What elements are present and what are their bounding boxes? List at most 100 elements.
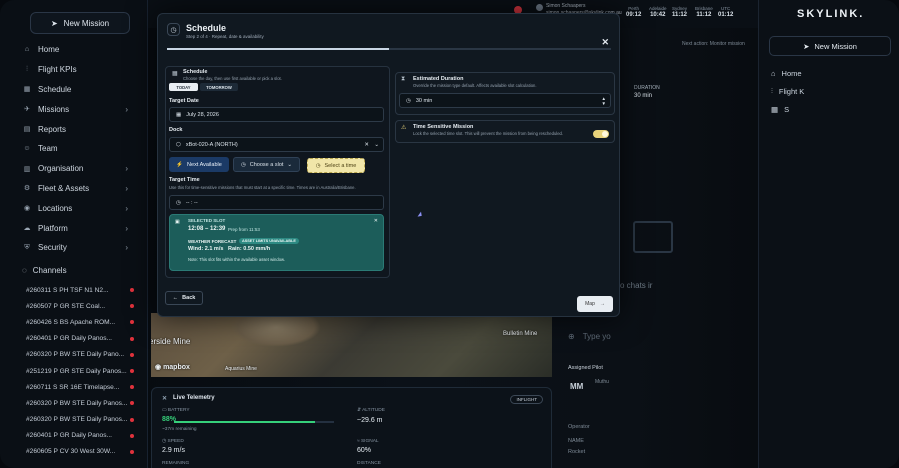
unread-dot-icon	[130, 385, 134, 390]
calendar-icon: ▦	[176, 111, 182, 118]
time-sensitive-toggle[interactable]	[593, 130, 609, 138]
dock-select[interactable]: ⬡ xBot-020-A (NORTH) ✕ ⌄	[169, 137, 384, 152]
slot-prep: Prep from 11:53	[228, 227, 260, 232]
weather-label: WEATHER FORECAST	[188, 239, 237, 244]
clock-sydney: Sydney 11:12	[672, 5, 687, 19]
clock-time: 10:42	[650, 12, 666, 18]
rain-value: Rain: 0.50 mm/h	[228, 246, 271, 252]
target-time-field[interactable]: ◷ -- : --	[169, 195, 384, 210]
avatar	[536, 4, 543, 11]
mission-map[interactable]: erside Mine Bulletin Mine Aquarius Mine …	[151, 313, 552, 377]
app-window: { "sidebar": { "new_mission": "New Missi…	[0, 0, 899, 468]
back-button[interactable]: ← Back	[165, 291, 203, 305]
fleet-icon: ⚙	[23, 185, 31, 193]
right-new-mission-button[interactable]: ➤ New Mission	[769, 36, 891, 56]
sidebar-item-reports[interactable]: ▤ Reports	[22, 119, 142, 139]
location-icon: ◉	[23, 205, 31, 213]
battery-remaining: ~37m remaining	[162, 427, 197, 432]
signal-value: 60%	[357, 447, 372, 454]
target-date-value: July 28, 2026	[186, 111, 219, 118]
name-label: NAME	[568, 438, 584, 444]
channel-item[interactable]: #260320 P BW STE Daily Panos...	[26, 412, 138, 428]
unread-dot-icon	[130, 352, 134, 357]
right-nav-item[interactable]: ▦ S	[771, 100, 804, 118]
duration-input[interactable]: ◷ 30 min ▲ ▼	[399, 93, 611, 108]
sidebar-item-locations[interactable]: ◉ Locations ›	[22, 198, 142, 218]
close-icon[interactable]: ✕	[601, 37, 609, 48]
channel-item[interactable]: #260507 P GR STE Coal...	[26, 298, 138, 314]
stepper-icon[interactable]: ▲ ▼	[602, 96, 606, 106]
sidebar-item-platform[interactable]: ☁ Platform ›	[22, 218, 142, 238]
remaining-label: REMAINING	[162, 461, 190, 466]
target-date-field[interactable]: ▦ July 28, 2026	[169, 107, 384, 122]
new-mission-button[interactable]: ➤ New Mission	[30, 12, 130, 34]
today-tab[interactable]: TODAY	[169, 83, 198, 91]
channel-item[interactable]: #251219 P GR STE Daily Panos...	[26, 363, 138, 379]
step-progress-fill	[167, 48, 389, 50]
calendar-icon: ▦	[23, 86, 31, 94]
select-time-button[interactable]: ◷ Select a time	[307, 158, 365, 173]
chat-icon: ◌	[22, 266, 27, 275]
sidebar-item-security[interactable]: ⛨ Security ›	[22, 238, 142, 258]
channel-item[interactable]: #260426 S BS Apache ROM...	[26, 314, 138, 330]
right-nav-label: Flight K	[778, 86, 805, 96]
chevron-right-icon: ›	[125, 183, 128, 193]
warning-icon: ⚠	[401, 125, 407, 131]
altitude-value: ~29.6 m	[357, 417, 383, 424]
channel-item[interactable]: #260320 P BW STE Daily Panos...	[26, 395, 138, 411]
next-button[interactable]: Map →	[577, 296, 613, 312]
sidebar-item-fleet-assets[interactable]: ⚙ Fleet & Assets ›	[22, 179, 142, 199]
select-time-label: Select a time	[324, 162, 357, 169]
channel-item[interactable]: #260605 P CV 30 West 30W...	[26, 444, 138, 460]
chevron-down-icon[interactable]: ⌄	[374, 142, 379, 148]
chevron-right-icon: ›	[125, 104, 128, 114]
channel-item[interactable]: #260401 P GR Daily Panos...	[26, 428, 138, 444]
map-label-mine: erside Mine	[151, 337, 191, 346]
schedule-modal: ◷ Schedule Step 2 of 4 · Repeat, date & …	[157, 13, 620, 317]
speed-label: ◷ SPEED	[162, 439, 184, 444]
clock-icon: ◷	[240, 161, 246, 168]
sidebar: ➤ New Mission ⌂ Home ⫶ Flight KPIs ▦ Schedule…	[0, 0, 148, 468]
sidebar-item-schedule[interactable]: ▦ Schedule	[22, 80, 142, 100]
back-label: Back	[182, 295, 196, 301]
right-nav-item[interactable]: ⫶ Flight K	[771, 82, 804, 100]
channel-name: #260426 S BS Apache ROM...	[26, 318, 116, 326]
channel-item[interactable]: #260401 P GR Daily Panos...	[26, 331, 138, 347]
chevron-right-icon: ›	[125, 243, 128, 253]
schedule-section-sub: Choose the day, then use first available…	[183, 76, 282, 81]
user-name: Simon Schaapers	[546, 3, 586, 9]
mission-icon: ✈	[24, 106, 30, 114]
clock-time: 09:12	[626, 12, 642, 18]
chat-input[interactable]: ⊕ Type yo	[568, 332, 611, 341]
sidebar-item-flight-kpis[interactable]: ⫶ Flight KPIs	[22, 60, 142, 80]
channel-item[interactable]: #260711 S SR 16E Timelapse...	[26, 379, 138, 395]
dock-value: xBot-020-A (NORTH)	[185, 141, 238, 148]
arrow-right-icon: →	[599, 301, 605, 307]
right-nav-item[interactable]: ⌂ Home	[771, 64, 804, 82]
slot-close-icon[interactable]: ✕	[374, 218, 378, 224]
sidebar-item-label: Security	[38, 243, 67, 253]
send-icon: ➤	[803, 41, 810, 51]
duration-label: DURATION	[634, 85, 660, 91]
distance-label: DISTANCE	[357, 461, 381, 466]
pilot-avatar: MM	[570, 382, 584, 391]
sidebar-item-home[interactable]: ⌂ Home	[22, 40, 142, 60]
choose-slot-button[interactable]: ◷ Choose a slot ⌄	[233, 157, 300, 172]
channel-item[interactable]: #260320 P BW STE Daily Pano...	[26, 347, 138, 363]
arrow-left-icon: ←	[172, 295, 179, 301]
next-label: Map	[585, 301, 595, 307]
clear-icon[interactable]: ✕	[364, 142, 369, 148]
channel-name: #260320 P BW STE Daily Pano...	[26, 351, 125, 359]
unread-dot-icon	[130, 336, 134, 341]
channel-name: #260320 P BW STE Daily Panos...	[26, 416, 128, 424]
plus-icon[interactable]: ⊕	[568, 332, 575, 341]
channel-item[interactable]: #260311 S PH TSF N1 N2...	[26, 282, 138, 298]
next-available-button[interactable]: ⚡ Next Available	[169, 157, 229, 172]
sidebar-item-missions[interactable]: ✈ Missions ›	[22, 99, 142, 119]
calendar-icon: ▦	[771, 104, 779, 114]
sidebar-item-team[interactable]: ☺ Team	[22, 139, 142, 159]
tomorrow-tab[interactable]: TOMORROW	[200, 83, 238, 91]
next-action-text: Next action: Monitor mission	[682, 41, 745, 47]
platform-icon: ☁	[23, 225, 31, 233]
sidebar-item-organisation[interactable]: ▥ Organisation ›	[22, 159, 142, 179]
